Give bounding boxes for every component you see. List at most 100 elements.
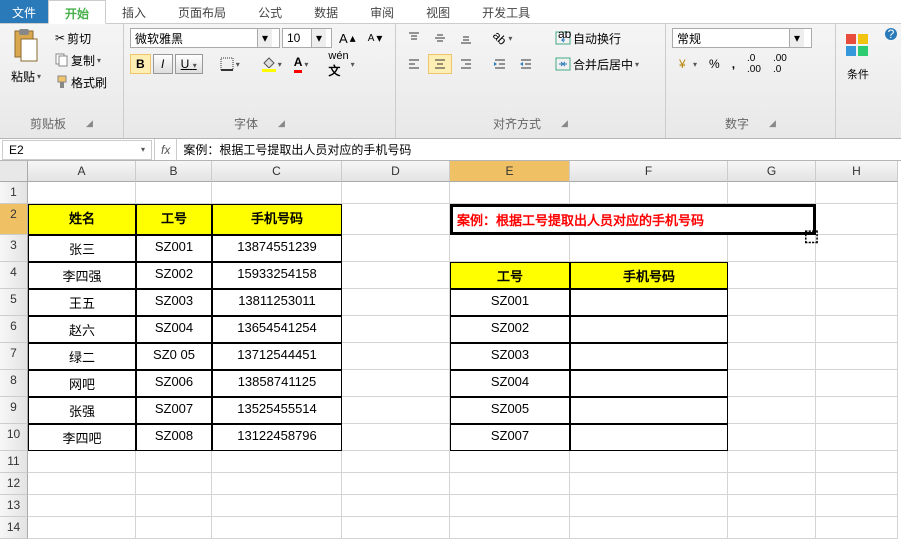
tab-layout[interactable]: 页面布局 [162,0,242,23]
cell-G12[interactable] [728,473,816,495]
cell-E2[interactable]: 案例：根据工号提取出人员对应的手机号码⬚ [450,204,816,235]
wrap-text-button[interactable]: ab自动换行 [550,28,644,48]
cell-A6[interactable]: 赵六 [28,316,136,343]
row-head-10[interactable]: 10 [0,424,28,451]
indent-increase-button[interactable] [514,54,538,74]
tab-dev[interactable]: 开发工具 [466,0,546,23]
cut-button[interactable]: ✂剪切 [50,28,112,48]
cell-H5[interactable] [816,289,898,316]
align-dialog-icon[interactable]: ◢ [561,118,568,129]
cell-B8[interactable]: SZ006 [136,370,212,397]
cell-B14[interactable] [136,517,212,539]
bold-button[interactable]: B [130,54,151,74]
cell-D3[interactable] [342,235,450,262]
cell-C3[interactable]: 13874551239 [212,235,342,262]
tab-formula[interactable]: 公式 [242,0,298,23]
tab-review[interactable]: 审阅 [354,0,410,23]
row-head-5[interactable]: 5 [0,289,28,316]
cell-G10[interactable] [728,424,816,451]
cell-E12[interactable] [450,473,570,495]
cell-H3[interactable] [816,235,898,262]
cell-E3[interactable] [450,235,570,262]
cell-E13[interactable] [450,495,570,517]
cell-D8[interactable] [342,370,450,397]
row-head-7[interactable]: 7 [0,343,28,370]
cell-D7[interactable] [342,343,450,370]
cell-G7[interactable] [728,343,816,370]
percent-button[interactable]: % [704,54,725,74]
cell-A13[interactable] [28,495,136,517]
tab-file[interactable]: 文件 [0,0,48,23]
row-head-1[interactable]: 1 [0,182,28,204]
cell-H4[interactable] [816,262,898,289]
cell-G11[interactable] [728,451,816,473]
cell-G13[interactable] [728,495,816,517]
fx-button[interactable]: fx [154,139,177,160]
cell-A11[interactable] [28,451,136,473]
cell-B13[interactable] [136,495,212,517]
cell-G9[interactable] [728,397,816,424]
underline-button[interactable]: U ▾ [175,54,203,74]
cell-H2[interactable] [816,204,898,235]
cell-C11[interactable] [212,451,342,473]
tab-home[interactable]: 开始 [48,0,106,24]
cell-C10[interactable]: 13122458796 [212,424,342,451]
row-head-3[interactable]: 3 [0,235,28,262]
cell-B2[interactable]: 工号 [136,204,212,235]
row-head-4[interactable]: 4 [0,262,28,289]
cell-G4[interactable] [728,262,816,289]
cell-F3[interactable] [570,235,728,262]
cell-H9[interactable] [816,397,898,424]
row-head-2[interactable]: 2 [0,204,28,235]
cell-H6[interactable] [816,316,898,343]
cell-G8[interactable] [728,370,816,397]
cell-B7[interactable]: SZ0 05 [136,343,212,370]
row-head-6[interactable]: 6 [0,316,28,343]
cell-F4[interactable]: 手机号码 [570,262,728,289]
tab-data[interactable]: 数据 [298,0,354,23]
decrease-decimal-button[interactable]: .00.0 [768,54,792,74]
cell-C14[interactable] [212,517,342,539]
number-dialog-icon[interactable]: ◢ [769,118,776,129]
font-size-combo[interactable]: ▾ [282,28,332,48]
cell-E6[interactable]: SZ002 [450,316,570,343]
cell-C5[interactable]: 13811253011 [212,289,342,316]
cell-E7[interactable]: SZ003 [450,343,570,370]
cell-A3[interactable]: 张三 [28,235,136,262]
col-head-F[interactable]: F [570,161,728,182]
cell-B11[interactable] [136,451,212,473]
cell-G1[interactable] [728,182,816,204]
cell-C9[interactable]: 13525455514 [212,397,342,424]
cell-C12[interactable] [212,473,342,495]
cell-A1[interactable] [28,182,136,204]
col-head-G[interactable]: G [728,161,816,182]
cell-A7[interactable]: 绿二 [28,343,136,370]
cell-H11[interactable] [816,451,898,473]
cell-E1[interactable] [450,182,570,204]
cell-H14[interactable] [816,517,898,539]
col-head-E[interactable]: E [450,161,570,182]
help-icon[interactable]: ? [883,26,899,42]
cell-G5[interactable] [728,289,816,316]
cell-A10[interactable]: 李四吧 [28,424,136,451]
cell-D13[interactable] [342,495,450,517]
cell-A2[interactable]: 姓名 [28,204,136,235]
cell-E5[interactable]: SZ001 [450,289,570,316]
cell-F6[interactable] [570,316,728,343]
cell-D2[interactable] [342,204,450,235]
name-box[interactable]: E2▾ [2,140,152,160]
cell-B5[interactable]: SZ003 [136,289,212,316]
align-center-button[interactable] [428,54,452,74]
font-family-combo[interactable]: ▾ [130,28,280,48]
cell-A12[interactable] [28,473,136,495]
cell-A14[interactable] [28,517,136,539]
cell-G3[interactable] [728,235,816,262]
cell-B9[interactable]: SZ007 [136,397,212,424]
cell-H1[interactable] [816,182,898,204]
orientation-button[interactable]: ab▾ [488,28,517,48]
select-all-corner[interactable] [0,161,28,182]
cell-H7[interactable] [816,343,898,370]
font-dialog-icon[interactable]: ◢ [278,118,285,129]
cell-F14[interactable] [570,517,728,539]
cell-D12[interactable] [342,473,450,495]
